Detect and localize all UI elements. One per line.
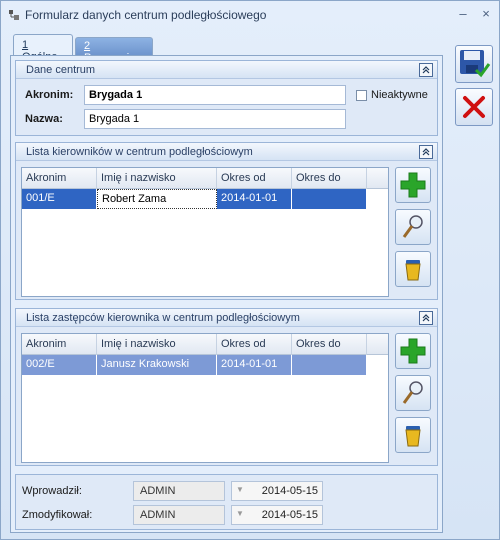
cell-imie-nazwisko: Janusz Krakowski <box>97 355 217 375</box>
dane-centrum-header: Dane centrum <box>16 61 437 79</box>
col-okres-od[interactable]: Okres od <box>217 168 292 189</box>
cell-imie-nazwisko: Robert Zama <box>97 189 217 209</box>
dropdown-arrow-icon: ▼ <box>236 485 244 494</box>
col-okres-od[interactable]: Okres od <box>217 334 292 355</box>
cancel-icon <box>463 96 485 118</box>
col-akronim[interactable]: Akronim <box>22 168 97 189</box>
dropdown-arrow-icon: ▼ <box>236 509 244 518</box>
nieaktywne-checkbox[interactable] <box>356 90 367 101</box>
kierownicy-table-header: Akronim Imię i nazwisko Okres od Okres d… <box>22 168 388 189</box>
window-title: Formularz danych centrum podległościoweg… <box>25 8 267 22</box>
trash-icon <box>405 260 421 281</box>
magnifier-icon <box>402 215 423 238</box>
collapse-kierownicy-button[interactable] <box>419 145 433 159</box>
form-window: Formularz danych centrum podległościoweg… <box>0 0 500 540</box>
cancel-button[interactable] <box>455 88 493 126</box>
title-bar: Formularz danych centrum podległościoweg… <box>1 1 499 29</box>
edit-kierownik-button[interactable] <box>395 209 431 245</box>
wprowadzil-date: ▼ 2014-05-15 <box>231 481 323 501</box>
tab-ogolne-number: 1 <box>22 39 29 51</box>
tab-pracownicy-number: 2 <box>84 40 91 52</box>
kierownicy-group: Lista kierowników w centrum podległościo… <box>15 142 438 300</box>
zastepcy-header: Lista zastępców kierownika w centrum pod… <box>16 309 437 327</box>
delete-kierownik-button[interactable] <box>395 251 431 287</box>
tab-content: Dane centrum Akronim: Brygada 1 Nieaktyw… <box>10 55 443 533</box>
dane-centrum-title: Dane centrum <box>26 64 96 76</box>
kierownicy-header: Lista kierowników w centrum podległościo… <box>16 143 437 161</box>
save-icon <box>460 50 491 78</box>
nazwa-label: Nazwa: <box>25 113 63 125</box>
wprowadzil-label: Wprowadził: <box>22 485 82 497</box>
col-akronim[interactable]: Akronim <box>22 334 97 355</box>
collapse-dane-button[interactable] <box>419 63 433 77</box>
add-kierownik-button[interactable] <box>395 167 431 203</box>
col-okres-do[interactable]: Okres do <box>292 168 367 189</box>
chevron-up-icon <box>422 148 430 156</box>
zmodyfikowal-date: ▼ 2014-05-15 <box>231 505 323 525</box>
zmodyfikowal-user: ADMIN <box>133 505 225 525</box>
nieaktywne-label: Nieaktywne <box>371 89 428 101</box>
plus-icon <box>400 172 426 198</box>
col-okres-do[interactable]: Okres do <box>292 334 367 355</box>
tab-pracownicy[interactable]: 2 Pracownicy <box>75 37 153 64</box>
chevron-up-icon <box>422 314 430 322</box>
akronim-input[interactable]: Brygada 1 <box>84 85 346 105</box>
cell-okres-od: 2014-01-01 <box>217 355 292 375</box>
zmodyfikowal-date-value: 2014-05-15 <box>261 509 318 521</box>
chevron-up-icon <box>422 66 430 74</box>
zastepcy-table[interactable]: Akronim Imię i nazwisko Okres od Okres d… <box>21 333 389 463</box>
collapse-zastepcy-button[interactable] <box>419 311 433 325</box>
akronim-label: Akronim: <box>25 89 74 101</box>
cell-akronim: 001/E <box>22 189 97 209</box>
add-zastepca-button[interactable] <box>395 333 431 369</box>
zastepcy-title: Lista zastępców kierownika w centrum pod… <box>26 312 300 324</box>
trash-icon <box>405 426 421 447</box>
tab-ogolne[interactable]: 1 Ogólne <box>13 34 73 63</box>
zastepcy-table-header: Akronim Imię i nazwisko Okres od Okres d… <box>22 334 388 355</box>
cell-okres-do <box>292 189 367 209</box>
wprowadzil-date-value: 2014-05-15 <box>261 485 318 497</box>
plus-icon <box>400 338 426 364</box>
cell-akronim: 002/E <box>22 355 97 375</box>
save-button[interactable] <box>455 45 493 83</box>
magnifier-icon <box>402 381 423 404</box>
kierownicy-table[interactable]: Akronim Imię i nazwisko Okres od Okres d… <box>21 167 389 297</box>
cell-okres-do <box>292 355 367 375</box>
wprowadzil-user: ADMIN <box>133 481 225 501</box>
audit-group: Wprowadził: ADMIN ▼ 2014-05-15 Zmodyfikow… <box>15 474 438 530</box>
delete-zastepca-button[interactable] <box>395 417 431 453</box>
close-button[interactable]: × <box>478 6 494 22</box>
zmodyfikowal-label: Zmodyfikował: <box>22 509 93 521</box>
app-icon <box>9 10 19 20</box>
col-imie-nazwisko[interactable]: Imię i nazwisko <box>97 334 217 355</box>
cell-okres-od: 2014-01-01 <box>217 189 292 209</box>
col-imie-nazwisko[interactable]: Imię i nazwisko <box>97 168 217 189</box>
minimize-button[interactable]: – <box>455 6 471 22</box>
dane-centrum-group: Dane centrum Akronim: Brygada 1 Nieaktyw… <box>15 60 438 136</box>
edit-zastepca-button[interactable] <box>395 375 431 411</box>
nazwa-input[interactable]: Brygada 1 <box>84 109 346 129</box>
kierownicy-title: Lista kierowników w centrum podległościo… <box>26 146 253 158</box>
zastepcy-group: Lista zastępców kierownika w centrum pod… <box>15 308 438 466</box>
